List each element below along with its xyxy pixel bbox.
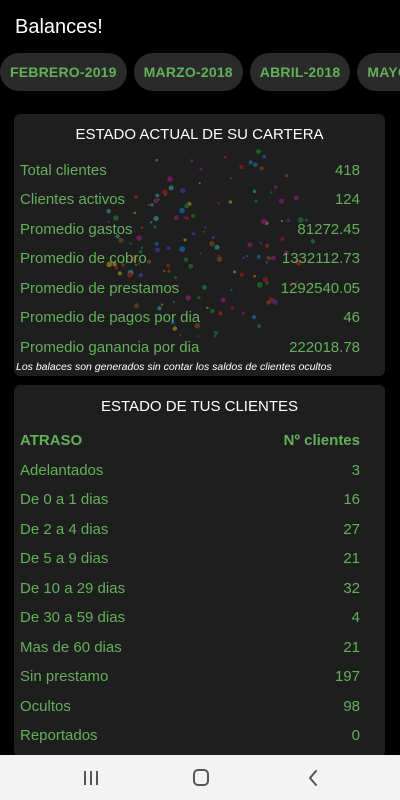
confetti-dot	[129, 242, 132, 245]
row-value: 27	[343, 520, 360, 538]
clients-row-sin-prestamo: Sin prestamo 197	[20, 665, 360, 687]
row-label: Clientes activos	[20, 190, 126, 208]
row-value: 0	[351, 726, 360, 744]
tab-febrero-2019[interactable]: FEBRERO-2019	[0, 53, 127, 91]
wallet-status-card: ESTADO ACTUAL DE SU CARTERA Total client…	[14, 114, 385, 376]
wallet-card-title: ESTADO ACTUAL DE SU CARTERA	[75, 126, 324, 143]
header-num-clientes: Nº clientes	[283, 431, 360, 449]
clients-row-5-9-dias: De 5 a 9 dias 21	[20, 547, 360, 569]
row-value: 21	[343, 638, 360, 656]
header-atraso: ATRASO	[20, 431, 83, 449]
row-value: 197	[334, 667, 360, 685]
row-value: 418	[334, 161, 360, 179]
wallet-row-ganancia-por-dia: Promedio ganancia por dia 222018.78	[20, 336, 360, 358]
wallet-row-promedio-cobro: Promedio de cobro 1332112.73	[20, 247, 360, 269]
wallet-row-promedio-prestamos: Promedio de prestamos 1292540.05	[20, 277, 360, 299]
row-label: De 0 a 1 dias	[20, 490, 109, 508]
row-value: 32	[343, 579, 360, 597]
clients-row-ocultos: Ocultos 98	[20, 695, 360, 717]
confetti-dot	[167, 269, 171, 273]
app-title: Balances!	[15, 16, 103, 38]
row-label: Mas de 60 dias	[20, 638, 122, 656]
row-value: 3	[351, 461, 360, 479]
wallet-row-pagos-por-dia: Promedio de pagos por dia 46	[20, 306, 360, 328]
clients-row-2-4-dias: De 2 a 4 dias 27	[20, 518, 360, 540]
row-label: Promedio gastos	[20, 220, 133, 238]
row-label: Reportados	[20, 726, 98, 744]
confetti-dot	[233, 270, 237, 274]
tab-mayo-2018[interactable]: MAYO-2	[357, 53, 400, 91]
row-label: Promedio de pagos por dia	[20, 308, 201, 326]
clients-row-10-29-dias: De 10 a 29 dias 32	[20, 577, 360, 599]
clients-row-0-1-dias: De 0 a 1 dias 16	[20, 488, 360, 510]
recent-apps-icon[interactable]	[79, 767, 103, 789]
confetti-dot	[117, 271, 122, 276]
clients-row-adelantados: Adelantados 3	[20, 459, 360, 481]
row-label: Promedio ganancia por dia	[20, 338, 200, 356]
row-label: Sin prestamo	[20, 667, 109, 685]
confetti-dot	[214, 330, 218, 335]
back-icon[interactable]	[302, 767, 326, 789]
row-value: 222018.78	[289, 338, 360, 356]
confetti-dot	[262, 154, 266, 159]
home-icon[interactable]	[189, 767, 213, 789]
row-label: De 2 a 4 dias	[20, 520, 109, 538]
clients-row-reportados: Reportados 0	[20, 724, 360, 746]
clients-row-mas-60-dias: Mas de 60 dias 21	[20, 636, 360, 658]
row-value: 98	[343, 697, 360, 715]
confetti-dot	[154, 241, 159, 246]
row-label: Adelantados	[20, 461, 104, 479]
wallet-row-promedio-gastos: Promedio gastos 81272.45	[20, 218, 360, 240]
confetti-dot	[209, 241, 215, 247]
tab-marzo-2018[interactable]: MARZO-2018	[133, 53, 243, 91]
confetti-dot	[255, 149, 261, 155]
row-label: Promedio de prestamos	[20, 279, 180, 297]
wallet-row-clientes-activos: Clientes activos 124	[20, 188, 360, 210]
row-label: Total clientes	[20, 161, 107, 179]
confetti-dot	[259, 241, 263, 245]
clients-table-header: ATRASO Nº clientes	[20, 429, 360, 451]
month-tabs: FEBRERO-2019 MARZO-2018 ABRIL-2018 MAYO-…	[0, 53, 400, 93]
row-value: 81272.45	[297, 220, 360, 238]
row-label: Ocultos	[20, 697, 71, 715]
row-label: De 5 a 9 dias	[20, 549, 109, 567]
clients-row-30-59-dias: De 30 a 59 dias 4	[20, 606, 360, 628]
confetti-dot	[172, 300, 175, 304]
row-value: 4	[351, 608, 360, 626]
balance-note: Los balaces son generados sin contar los…	[16, 361, 332, 373]
clients-status-card: ESTADO DE TUS CLIENTES ATRASO Nº cliente…	[14, 385, 385, 757]
row-label: De 30 a 59 dias	[20, 608, 126, 626]
confetti-dot	[266, 300, 271, 305]
row-value: 21	[343, 549, 360, 567]
row-label: Promedio de cobro	[20, 249, 147, 267]
system-nav-bar	[0, 755, 400, 800]
confetti-dot	[133, 211, 137, 215]
confetti-dot	[198, 182, 201, 185]
row-value: 1292540.05	[280, 279, 360, 297]
clients-card-title: ESTADO DE TUS CLIENTES	[101, 398, 298, 415]
confetti-dot	[163, 269, 166, 272]
row-value: 46	[343, 308, 360, 326]
row-value: 1332112.73	[281, 249, 360, 267]
tab-abril-2018[interactable]: ABRIL-2018	[249, 53, 351, 91]
row-value: 124	[334, 190, 360, 208]
row-value: 16	[343, 490, 360, 508]
wallet-row-total-clientes: Total clientes 418	[20, 159, 360, 181]
row-label: De 10 a 29 dias	[20, 579, 126, 597]
